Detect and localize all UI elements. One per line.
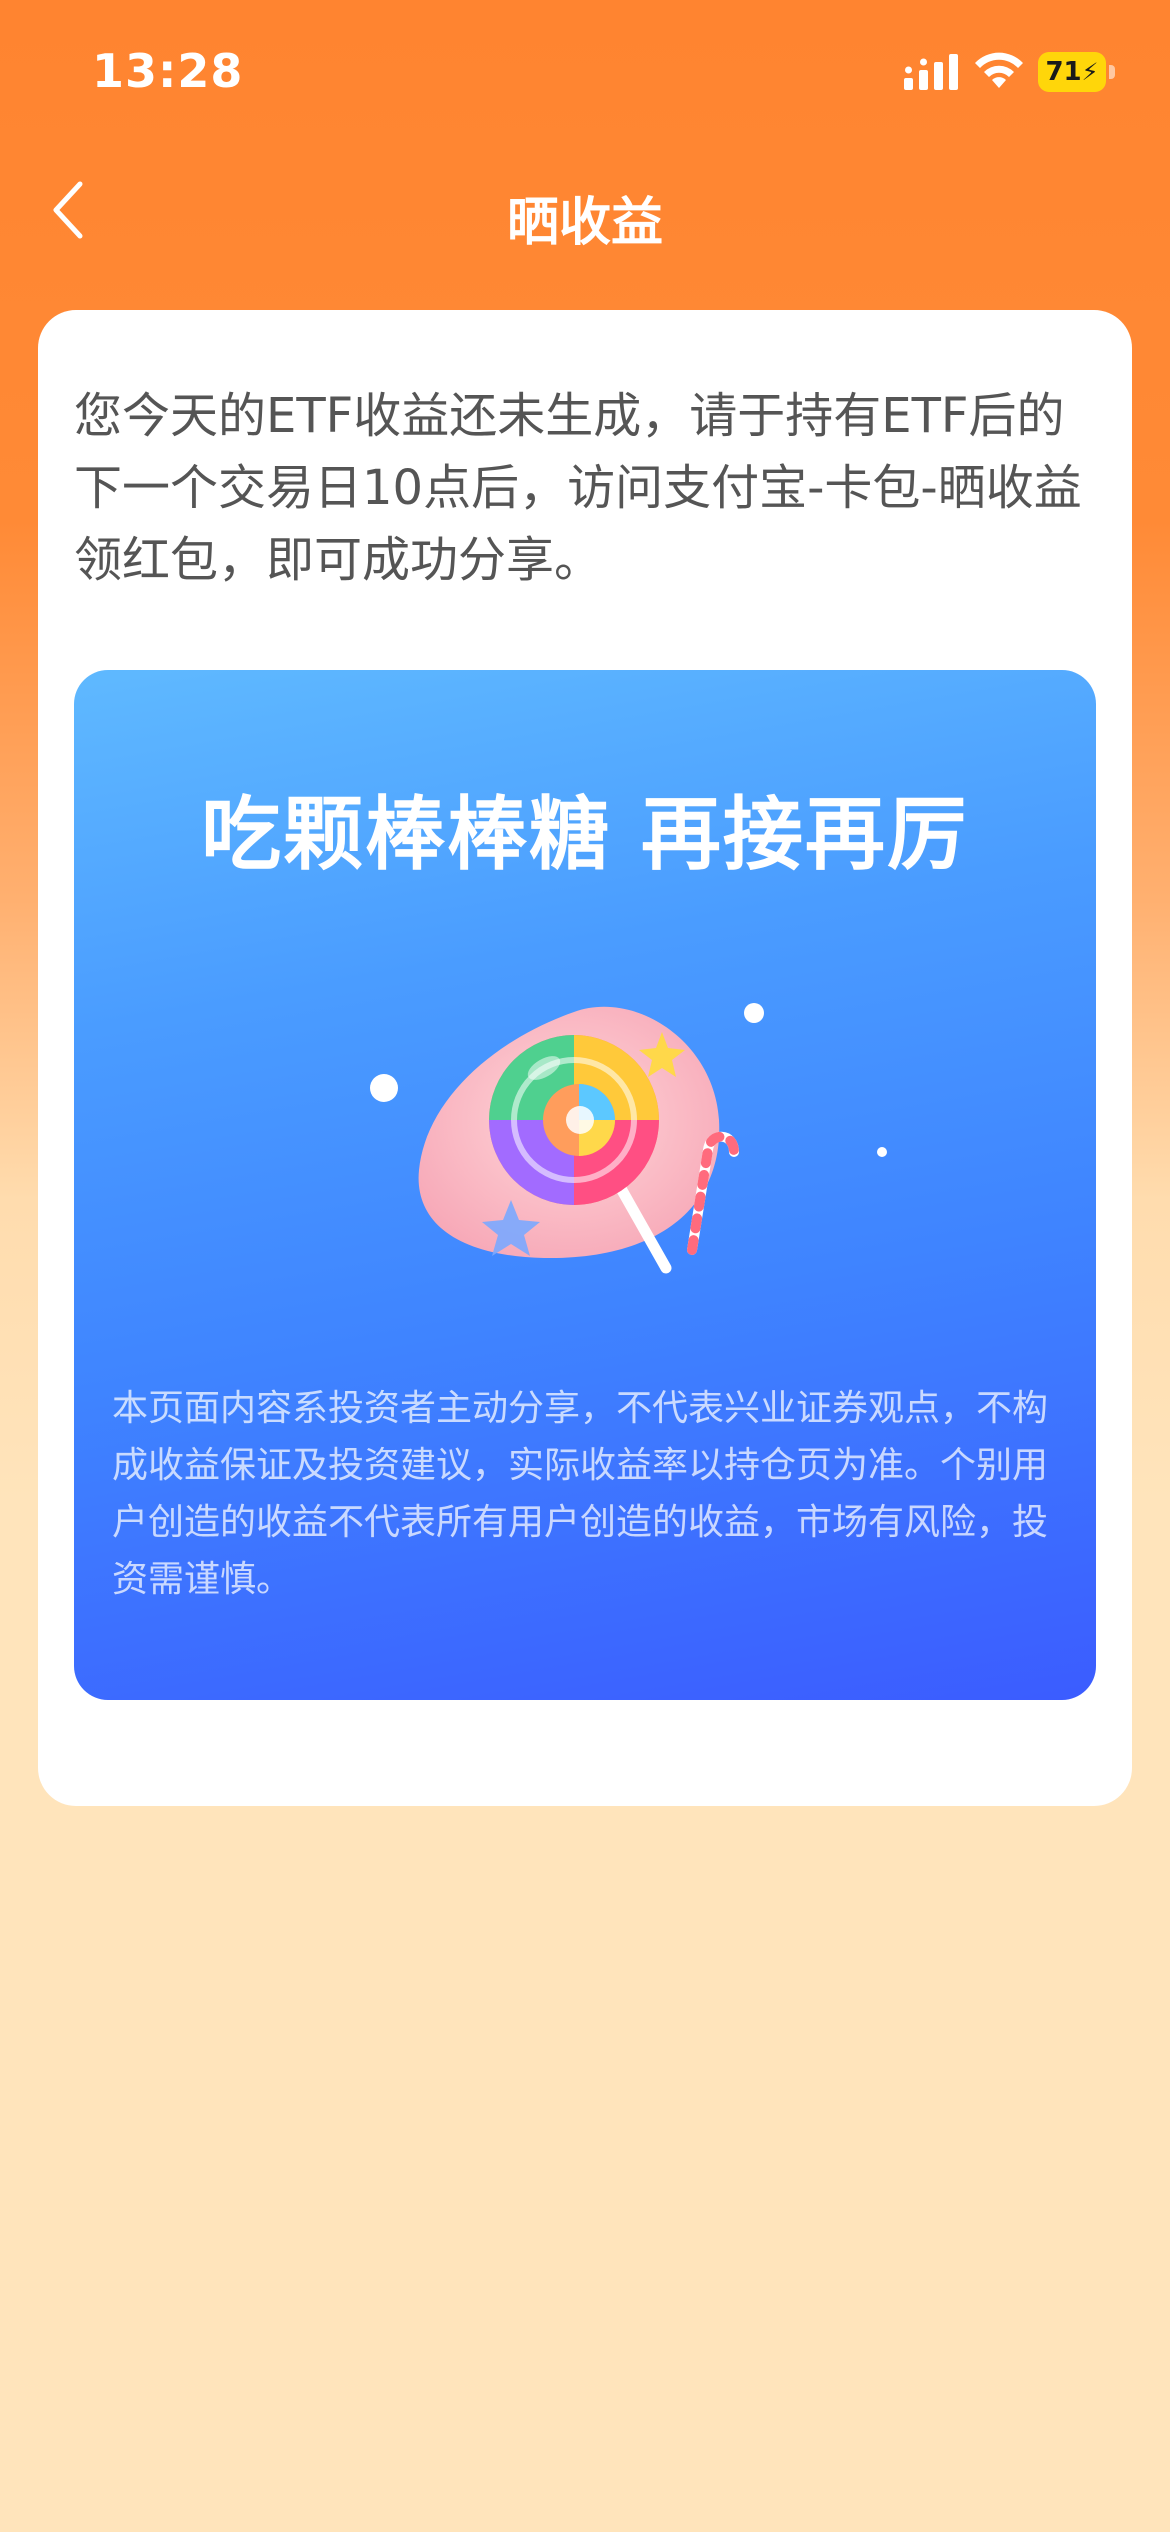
status-time: 13:28	[92, 44, 244, 98]
share-headline: 吃颗棒棒糖 再接再厉	[201, 788, 969, 881]
notice-text: 您今天的ETF收益还未生成，请于持有ETF后的下一个交易日10点后，访问支付宝-…	[74, 388, 1082, 588]
cellular-signal-icon	[904, 54, 958, 90]
share-card: 吃颗棒棒糖 再接再厉 本页面内容系投资者主动分享，不代表兴业证券观点，不构成收益…	[74, 670, 1096, 1700]
charging-bolt-icon: ⚡	[1081, 58, 1099, 86]
nav-bar: 晒收益	[0, 150, 1170, 270]
main-card: 您今天的ETF收益还未生成，请于持有ETF后的下一个交易日10点后，访问支付宝-…	[38, 310, 1132, 1806]
disclaimer-text: 本页面内容系投资者主动分享，不代表兴业证券观点，不构成收益保证及投资建议，实际收…	[112, 1388, 1049, 1600]
battery-percent: 71	[1045, 57, 1082, 87]
page-title: 晒收益	[506, 193, 663, 253]
battery-cap	[1109, 65, 1115, 79]
battery-charging-icon: 71⚡	[1038, 52, 1116, 92]
battery-level: 71⚡	[1038, 52, 1106, 92]
wifi-icon	[975, 52, 1023, 88]
lollipop-illustration	[370, 1003, 887, 1274]
status-bar: 13:28 71⚡	[0, 0, 1170, 150]
